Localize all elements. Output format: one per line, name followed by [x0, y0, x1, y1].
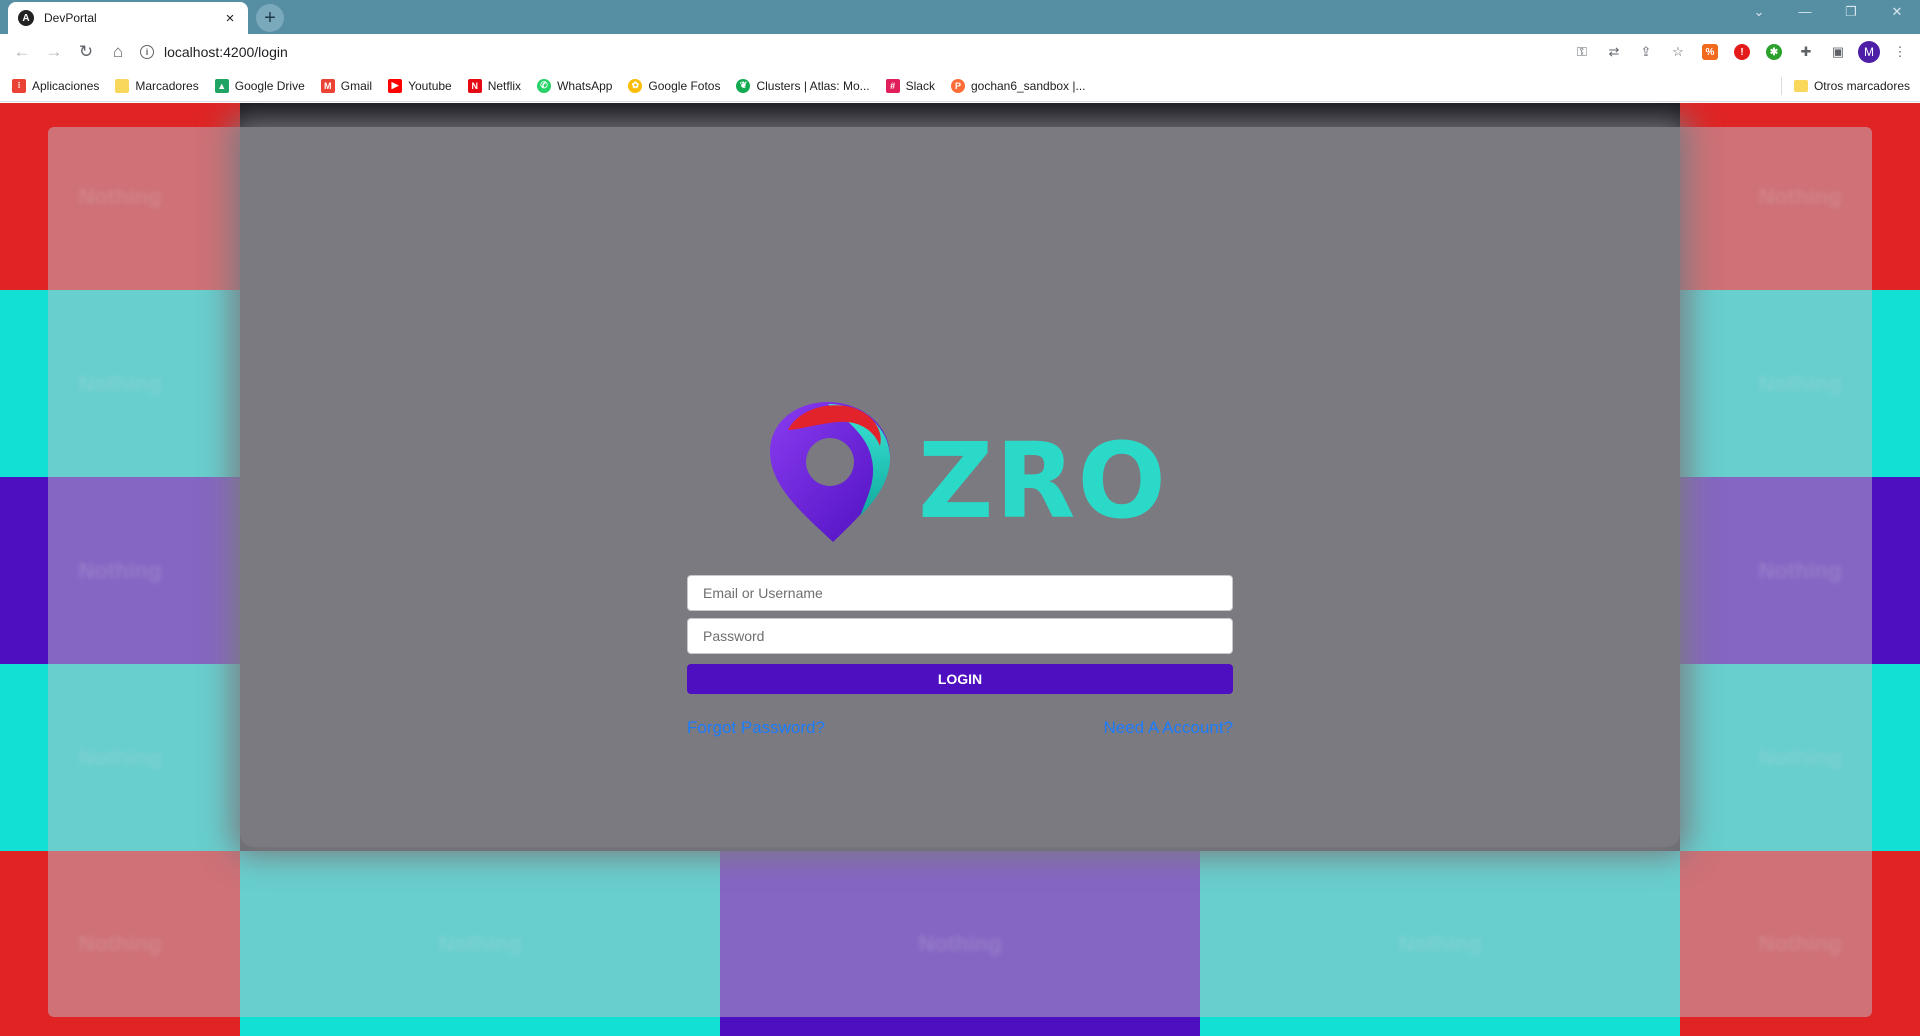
- minimize-icon[interactable]: —: [1788, 4, 1822, 19]
- home-icon[interactable]: ⌂: [102, 42, 134, 62]
- map-pin-logo-icon: [770, 402, 890, 542]
- menu-kebab-icon[interactable]: ⋮: [1888, 40, 1912, 64]
- tab-strip: A DevPortal × + ⌄ — ❐ ✕: [0, 0, 1920, 34]
- translate-icon[interactable]: ⇄: [1602, 40, 1626, 64]
- bookmark-label: Netflix: [487, 78, 522, 93]
- bookmark-label: Marcadores: [135, 78, 199, 93]
- forgot-password-link[interactable]: Forgot Password?: [687, 718, 825, 738]
- bookmark-label: Clusters | Atlas: Mo...: [756, 78, 870, 93]
- bookmark-item[interactable]: ✆ WhatsApp: [537, 78, 613, 93]
- bookmark-item[interactable]: ▶ Youtube: [388, 78, 452, 93]
- browser-tab[interactable]: A DevPortal ×: [8, 2, 248, 34]
- other-bookmarks[interactable]: Otros marcadores: [1780, 70, 1910, 102]
- extension-percent-icon[interactable]: %: [1698, 40, 1722, 64]
- postman-icon: P: [950, 78, 965, 93]
- bookmark-label: WhatsApp: [557, 78, 613, 93]
- whatsapp-icon: ✆: [537, 78, 552, 93]
- bookmark-item[interactable]: N Netflix: [467, 78, 522, 93]
- site-info-icon[interactable]: i: [140, 45, 154, 59]
- bookmark-label: Youtube: [408, 78, 452, 93]
- new-tab-button[interactable]: +: [256, 4, 284, 32]
- bookmark-item[interactable]: # Slack: [885, 78, 935, 93]
- close-window-icon[interactable]: ✕: [1880, 4, 1914, 20]
- bookmark-label: Gmail: [340, 78, 373, 93]
- back-icon[interactable]: ←: [6, 42, 38, 62]
- bookmark-label: Slack: [905, 78, 935, 93]
- folder-icon: [1793, 80, 1808, 92]
- google-drive-icon: ▲: [214, 78, 229, 93]
- close-tab-icon[interactable]: ×: [222, 10, 238, 27]
- angular-icon: A: [18, 10, 34, 26]
- share-icon[interactable]: ⇪: [1634, 40, 1658, 64]
- bookmark-item[interactable]: Marcadores: [115, 78, 199, 93]
- bookmark-star-icon[interactable]: ☆: [1666, 40, 1690, 64]
- reload-icon[interactable]: ↻: [70, 42, 102, 62]
- tab-search-icon[interactable]: ⌄: [1742, 4, 1776, 20]
- address-bar[interactable]: i localhost:4200/login: [140, 38, 1540, 66]
- mongodb-icon: ❦: [736, 78, 751, 93]
- bookmark-label: gochan6_sandbox |...: [970, 78, 1086, 93]
- need-account-link[interactable]: Need A Account?: [1104, 718, 1234, 738]
- other-bookmarks-label: Otros marcadores: [1813, 79, 1910, 93]
- tab-title: DevPortal: [44, 11, 97, 25]
- bookmarks-divider: [1780, 77, 1782, 95]
- bookmark-item[interactable]: M Gmail: [320, 78, 373, 93]
- bookmark-label: Google Drive: [234, 78, 305, 93]
- bookmark-item[interactable]: ▲ Google Drive: [214, 78, 305, 93]
- bookmark-item[interactable]: Pgochan6_sandbox |...: [950, 78, 1086, 93]
- brand-logo: ZRO: [768, 400, 1168, 550]
- bookmark-item[interactable]: ⁝ Aplicaciones: [12, 78, 100, 93]
- youtube-icon: ▶: [388, 78, 403, 93]
- url-text: localhost:4200/login: [164, 44, 288, 60]
- bookmarks-bar: ⁝ Aplicaciones Marcadores ▲ Google Drive M…: [0, 70, 1920, 102]
- extension-adblock-icon[interactable]: !: [1730, 40, 1754, 64]
- bookmark-item[interactable]: ❦ Clusters | Atlas: Mo...: [736, 78, 870, 93]
- brand-name: ZRO: [918, 420, 1168, 542]
- login-button[interactable]: LOGIN: [687, 664, 1233, 694]
- apps-grid-icon: ⁝: [12, 78, 26, 93]
- key-icon[interactable]: ⚿: [1570, 40, 1594, 64]
- bookmark-label: Aplicaciones: [32, 78, 100, 93]
- profile-avatar[interactable]: M: [1858, 41, 1880, 63]
- page-viewport: Nothing Nothing Nothing Nothing Nothing …: [0, 103, 1920, 1036]
- slack-icon: #: [885, 78, 900, 93]
- gmail-icon: M: [320, 78, 335, 93]
- password-input[interactable]: [687, 618, 1233, 654]
- bookmark-label: Google Fotos: [648, 78, 721, 93]
- netflix-icon: N: [467, 78, 482, 93]
- extension-gear-icon[interactable]: ✱: [1762, 40, 1786, 64]
- forward-icon[interactable]: →: [38, 42, 70, 62]
- browser-toolbar: ← → ↻ ⌂ i localhost:4200/login ⚿ ⇄ ⇪ ☆ %…: [0, 34, 1920, 70]
- email-username-input[interactable]: [687, 575, 1233, 611]
- extensions-puzzle-icon[interactable]: ✚: [1794, 40, 1818, 64]
- bookmark-item[interactable]: ✿ Google Fotos: [628, 78, 721, 93]
- restore-icon[interactable]: ❐: [1834, 4, 1868, 20]
- side-panel-icon[interactable]: ▣: [1826, 40, 1850, 64]
- folder-icon: [115, 78, 130, 93]
- google-photos-icon: ✿: [628, 78, 643, 93]
